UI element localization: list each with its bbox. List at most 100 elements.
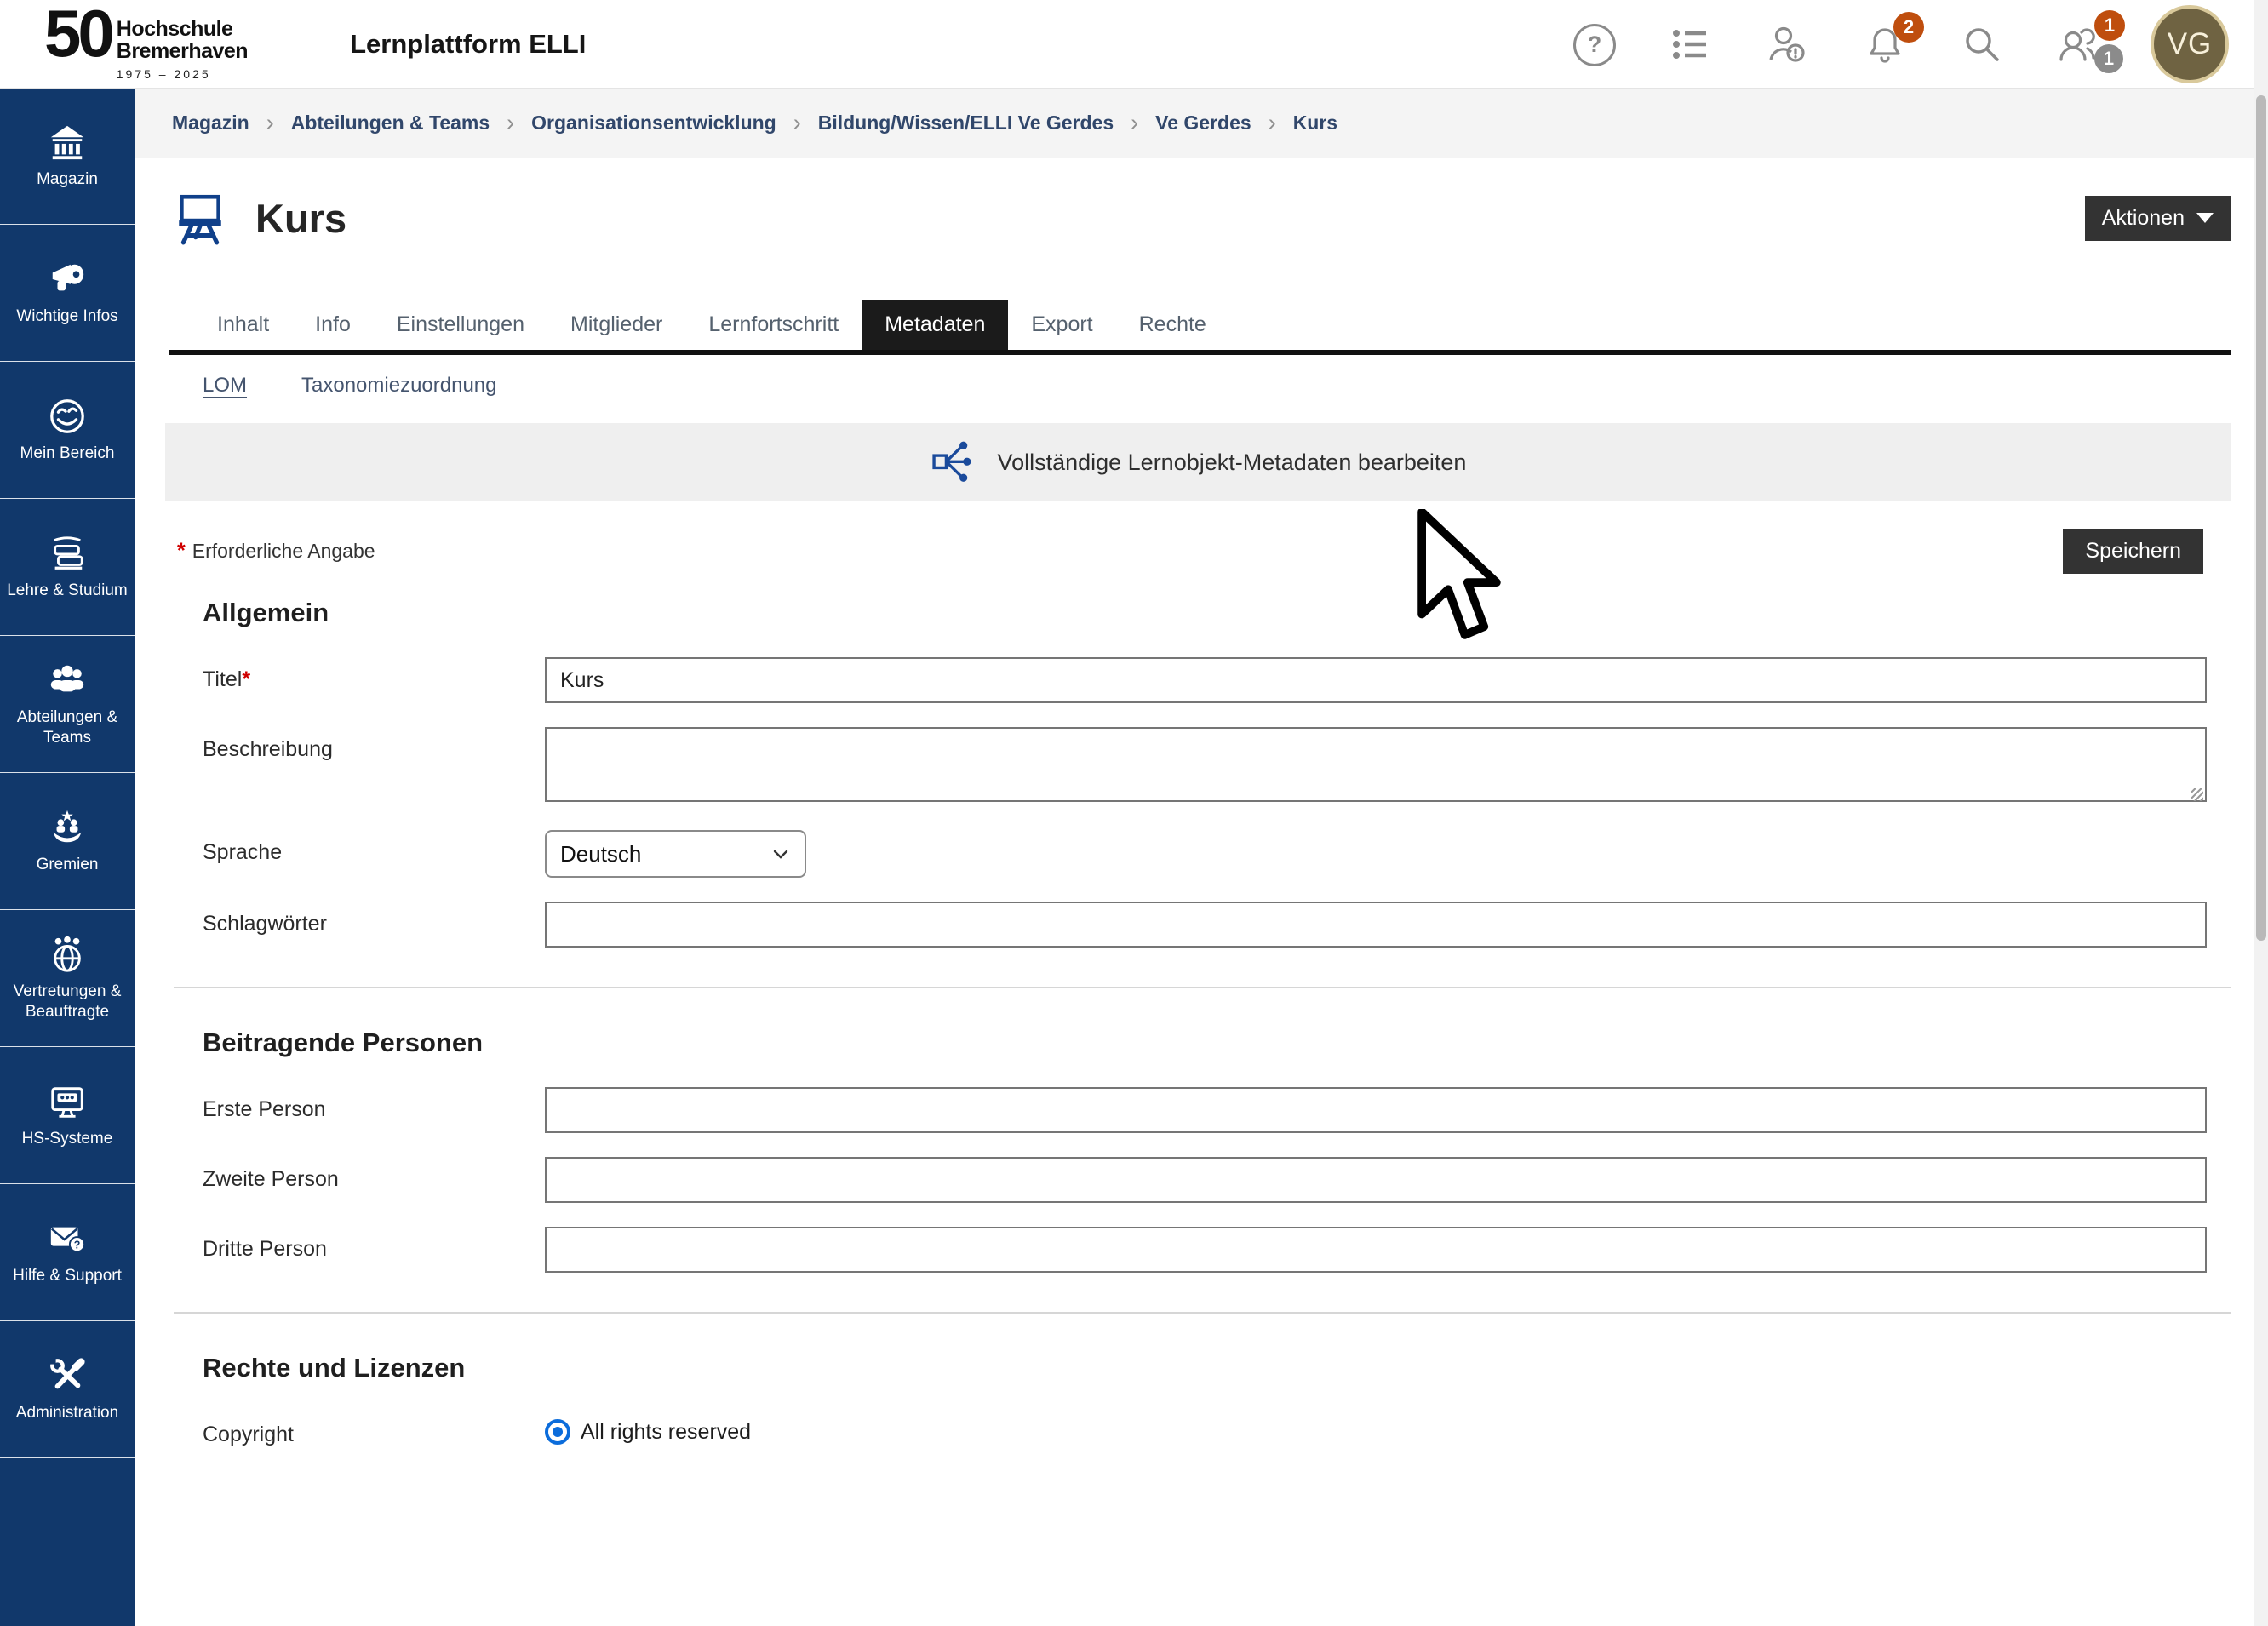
- mail-help-icon: ?: [48, 1219, 87, 1258]
- save-button[interactable]: Speichern: [2063, 529, 2203, 574]
- required-note: * Erforderliche Angabe: [177, 539, 375, 564]
- form-row-dritte-person: Dritte Person: [203, 1227, 2207, 1273]
- hochschule-bremerhaven-logo[interactable]: 50 Hochschule Bremerhaven 1975 – 2025: [44, 7, 248, 81]
- sidebar-item-hs-systeme[interactable]: HS-Systeme: [0, 1047, 135, 1184]
- subtab-taxonomiezuordnung[interactable]: Taxonomiezuordnung: [301, 374, 497, 398]
- tab-inhalt[interactable]: Inhalt: [194, 300, 292, 350]
- scrollbar-thumb[interactable]: [2256, 95, 2266, 941]
- svg-text:?: ?: [74, 1239, 81, 1251]
- tab-einstellungen[interactable]: Einstellungen: [374, 300, 547, 350]
- sidebar-item-label: Abteilungen & Teams: [0, 707, 135, 747]
- form-row-schlagwoerter: Schlagwörter: [203, 902, 2207, 948]
- edit-full-metadata-banner[interactable]: Vollständige Lernobjekt-Metadaten bearbe…: [165, 423, 2231, 501]
- tab-metadaten[interactable]: Metadaten: [862, 300, 1008, 350]
- course-board-icon: [172, 189, 228, 247]
- breadcrumb-ve-gerdes[interactable]: Ve Gerdes: [1155, 112, 1251, 135]
- people-group-icon: [48, 661, 87, 700]
- tab-mitglieder[interactable]: Mitglieder: [547, 300, 685, 350]
- sidebar-item-label: Vertretungen & Beauftragte: [0, 982, 135, 1021]
- search-icon[interactable]: [1962, 24, 2002, 65]
- tab-rechte[interactable]: Rechte: [1116, 300, 1229, 350]
- tab-lernfortschritt[interactable]: Lernfortschritt: [685, 300, 862, 350]
- field-label-beschreibung: Beschreibung: [203, 727, 545, 762]
- notification-bell-icon[interactable]: 2: [1864, 24, 1905, 65]
- sidebar-item-label: Administration: [13, 1403, 122, 1423]
- section-title-allgemein: Allgemein: [203, 598, 2207, 628]
- required-note-text: Erforderliche Angabe: [192, 540, 375, 562]
- sidebar-item-label: Lehre & Studium: [3, 581, 131, 600]
- user-status-icon[interactable]: [1767, 24, 1808, 65]
- sidebar-item-abteilungen-teams[interactable]: Abteilungen & Teams: [0, 636, 135, 773]
- breadcrumb-separator: ›: [793, 110, 801, 136]
- breadcrumb: Magazin › Abteilungen & Teams › Organisa…: [135, 88, 2254, 158]
- breadcrumb-separator: ›: [266, 110, 274, 136]
- tab-export[interactable]: Export: [1008, 300, 1115, 350]
- sidebar-item-label: Wichtige Infos: [13, 306, 121, 326]
- sidebar-item-gremien[interactable]: Gremien: [0, 773, 135, 910]
- field-label-schlagwoerter: Schlagwörter: [203, 902, 545, 936]
- field-label-zweite-person: Zweite Person: [203, 1157, 545, 1192]
- subtab-lom[interactable]: LOM: [203, 374, 247, 398]
- app-title: Lernplattform ELLI: [350, 29, 586, 60]
- resize-gripper-icon[interactable]: [2191, 788, 2203, 801]
- section-divider: [174, 987, 2231, 988]
- breadcrumb-bildung-wissen[interactable]: Bildung/Wissen/ELLI Ve Gerdes: [818, 112, 1114, 135]
- logo-years: 1975 – 2025: [117, 67, 248, 81]
- breadcrumb-magazin[interactable]: Magazin: [172, 112, 249, 135]
- breadcrumb-abteilungen-teams[interactable]: Abteilungen & Teams: [291, 112, 490, 135]
- section-divider: [174, 1312, 2231, 1314]
- chevron-down-icon: [2196, 213, 2214, 223]
- tools-icon: [48, 1356, 87, 1395]
- logo-line2: Bremerhaven: [117, 41, 248, 63]
- zweite-person-input[interactable]: [545, 1157, 2207, 1203]
- sidebar-item-lehre-studium[interactable]: Lehre & Studium: [0, 499, 135, 636]
- vertical-scrollbar[interactable]: [2254, 0, 2268, 1626]
- breadcrumb-kurs[interactable]: Kurs: [1293, 112, 1337, 135]
- subtab-bar: LOM Taxonomiezuordnung: [135, 355, 2254, 398]
- sidebar-filler: [0, 1458, 135, 1626]
- books-icon: [48, 534, 87, 573]
- sidebar-item-mein-bereich[interactable]: Mein Bereich: [0, 362, 135, 499]
- erste-person-input[interactable]: [545, 1087, 2207, 1133]
- tab-info[interactable]: Info: [292, 300, 374, 350]
- sidebar-item-wichtige-infos[interactable]: Wichtige Infos: [0, 225, 135, 362]
- form-row-sprache: Sprache Deutsch: [203, 830, 2207, 878]
- user-avatar[interactable]: VG: [2151, 5, 2229, 83]
- sprache-select[interactable]: Deutsch: [545, 830, 806, 878]
- breadcrumb-separator: ›: [1269, 110, 1276, 136]
- sidebar-item-administration[interactable]: Administration: [0, 1321, 135, 1458]
- actions-button-label: Aktionen: [2102, 206, 2185, 231]
- field-label-titel: Titel*: [203, 657, 545, 692]
- dritte-person-input[interactable]: [545, 1227, 2207, 1273]
- sidebar-item-vertretungen[interactable]: Vertretungen & Beauftragte: [0, 910, 135, 1047]
- actions-button[interactable]: Aktionen: [2085, 196, 2231, 241]
- copyright-radio-label: All rights reserved: [581, 1420, 751, 1445]
- sidebar-item-magazin[interactable]: Magazin: [0, 88, 135, 225]
- save-button-label: Speichern: [2085, 539, 2181, 564]
- breadcrumb-organisationsentwicklung[interactable]: Organisationsentwicklung: [531, 112, 776, 135]
- copyright-radio[interactable]: [545, 1419, 570, 1445]
- breadcrumb-separator: ›: [507, 110, 514, 136]
- sidebar-item-label: HS-Systeme: [19, 1129, 117, 1148]
- required-asterisk: *: [177, 539, 186, 563]
- committee-icon: [48, 808, 87, 847]
- sidebar-item-hilfe-support[interactable]: ? Hilfe & Support: [0, 1184, 135, 1321]
- beschreibung-textarea[interactable]: [545, 727, 2207, 802]
- contacts-badge-top: 1: [2094, 10, 2125, 41]
- sidebar-item-label: Gremien: [33, 855, 102, 874]
- list-icon[interactable]: [1670, 24, 1711, 65]
- contacts-icon[interactable]: 1 1: [2059, 24, 2099, 65]
- schlagwoerter-input[interactable]: [545, 902, 2207, 948]
- main-sidebar: Magazin Wichtige Infos Mein Bereich: [0, 88, 135, 1626]
- chevron-down-icon: [770, 844, 791, 864]
- form-row-copyright: Copyright All rights reserved: [203, 1412, 2207, 1447]
- form-row-beschreibung: Beschreibung: [203, 727, 2207, 806]
- main-content: Magazin › Abteilungen & Teams › Organisa…: [135, 88, 2254, 1626]
- section-title-rechte-lizenzen: Rechte und Lizenzen: [203, 1353, 2207, 1383]
- form-row-erste-person: Erste Person: [203, 1087, 2207, 1133]
- help-icon[interactable]: ?: [1573, 24, 1614, 65]
- smiley-icon: [48, 397, 87, 436]
- titel-input[interactable]: [545, 657, 2207, 703]
- sidebar-item-label: Mein Bereich: [17, 444, 118, 463]
- form-row-zweite-person: Zweite Person: [203, 1157, 2207, 1203]
